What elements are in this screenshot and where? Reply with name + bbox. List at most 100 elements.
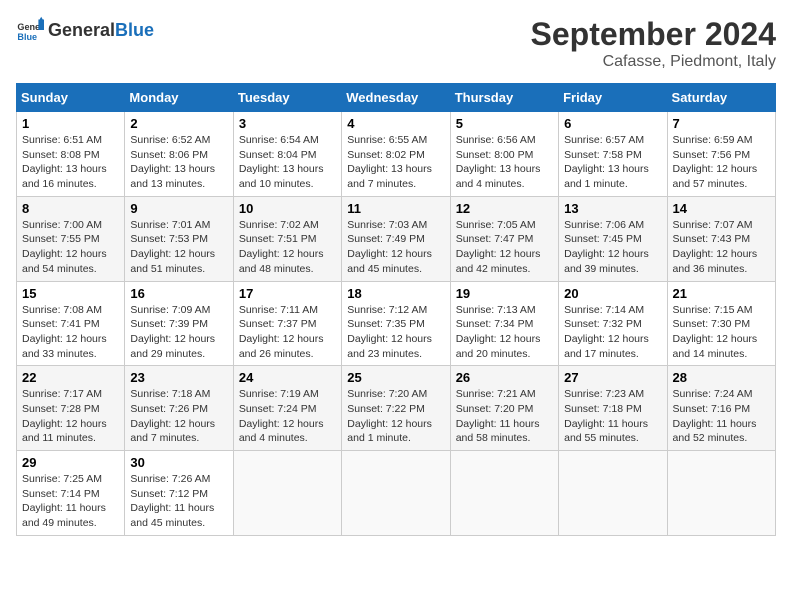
day-detail: Sunrise: 7:14 AM Sunset: 7:32 PM Dayligh… — [564, 303, 661, 362]
calendar-cell: 17 Sunrise: 7:11 AM Sunset: 7:37 PM Dayli… — [233, 281, 341, 366]
svg-text:Blue: Blue — [17, 32, 37, 42]
calendar-cell: 6Sunrise: 6:57 AM Sunset: 7:58 PM Daylig… — [559, 112, 667, 197]
calendar-header-row: SundayMondayTuesdayWednesdayThursdayFrid… — [17, 84, 776, 112]
day-number: 7 — [673, 116, 770, 131]
calendar-cell: 29Sunrise: 7:25 AM Sunset: 7:14 PM Dayli… — [17, 451, 125, 536]
logo-general: General — [48, 20, 115, 41]
day-detail: Sunrise: 7:19 AM Sunset: 7:24 PM Dayligh… — [239, 387, 336, 446]
day-number: 11 — [347, 201, 444, 216]
calendar-cell: 27 Sunrise: 7:23 AM Sunset: 7:18 PM Dayli… — [559, 366, 667, 451]
calendar-cell: 23 Sunrise: 7:18 AM Sunset: 7:26 PM Dayli… — [125, 366, 233, 451]
calendar-week-5: 29Sunrise: 7:25 AM Sunset: 7:14 PM Dayli… — [17, 451, 776, 536]
day-header-monday: Monday — [125, 84, 233, 112]
day-number: 8 — [22, 201, 119, 216]
day-number: 2 — [130, 116, 227, 131]
day-detail: Sunrise: 7:05 AM Sunset: 7:47 PM Dayligh… — [456, 218, 553, 277]
day-detail: Sunrise: 7:18 AM Sunset: 7:26 PM Dayligh… — [130, 387, 227, 446]
day-number: 26 — [456, 370, 553, 385]
title-block: September 2024 Cafasse, Piedmont, Italy — [531, 16, 776, 71]
day-number: 16 — [130, 286, 227, 301]
day-detail: Sunrise: 6:52 AM Sunset: 8:06 PM Dayligh… — [130, 133, 227, 192]
day-detail: Sunrise: 7:24 AM Sunset: 7:16 PM Dayligh… — [673, 387, 770, 446]
day-number: 19 — [456, 286, 553, 301]
calendar-cell: 16 Sunrise: 7:09 AM Sunset: 7:39 PM Dayli… — [125, 281, 233, 366]
calendar-cell: 5Sunrise: 6:56 AM Sunset: 8:00 PM Daylig… — [450, 112, 558, 197]
day-number: 20 — [564, 286, 661, 301]
calendar-cell: 28 Sunrise: 7:24 AM Sunset: 7:16 PM Dayli… — [667, 366, 775, 451]
day-header-saturday: Saturday — [667, 84, 775, 112]
day-detail: Sunrise: 7:07 AM Sunset: 7:43 PM Dayligh… — [673, 218, 770, 277]
calendar-cell: 8Sunrise: 7:00 AM Sunset: 7:55 PM Daylig… — [17, 196, 125, 281]
day-detail: Sunrise: 7:20 AM Sunset: 7:22 PM Dayligh… — [347, 387, 444, 446]
calendar-week-1: 1Sunrise: 6:51 AM Sunset: 8:08 PM Daylig… — [17, 112, 776, 197]
calendar-week-4: 22 Sunrise: 7:17 AM Sunset: 7:28 PM Dayli… — [17, 366, 776, 451]
day-detail: Sunrise: 7:08 AM Sunset: 7:41 PM Dayligh… — [22, 303, 119, 362]
day-number: 18 — [347, 286, 444, 301]
day-number: 25 — [347, 370, 444, 385]
day-number: 10 — [239, 201, 336, 216]
day-number: 23 — [130, 370, 227, 385]
month-title: September 2024 — [531, 16, 776, 53]
calendar-cell: 22 Sunrise: 7:17 AM Sunset: 7:28 PM Dayli… — [17, 366, 125, 451]
day-number: 27 — [564, 370, 661, 385]
day-detail: Sunrise: 7:26 AM Sunset: 7:12 PM Dayligh… — [130, 472, 227, 531]
calendar-cell: 2 Sunrise: 6:52 AM Sunset: 8:06 PM Daylig… — [125, 112, 233, 197]
day-number: 22 — [22, 370, 119, 385]
day-detail: Sunrise: 6:55 AM Sunset: 8:02 PM Dayligh… — [347, 133, 444, 192]
calendar-cell: 30 Sunrise: 7:26 AM Sunset: 7:12 PM Dayli… — [125, 451, 233, 536]
day-detail: Sunrise: 7:01 AM Sunset: 7:53 PM Dayligh… — [130, 218, 227, 277]
day-detail: Sunrise: 6:59 AM Sunset: 7:56 PM Dayligh… — [673, 133, 770, 192]
calendar-cell: 10 Sunrise: 7:02 AM Sunset: 7:51 PM Dayli… — [233, 196, 341, 281]
calendar-cell — [450, 451, 558, 536]
day-number: 30 — [130, 455, 227, 470]
calendar-cell: 12 Sunrise: 7:05 AM Sunset: 7:47 PM Dayli… — [450, 196, 558, 281]
day-number: 17 — [239, 286, 336, 301]
day-header-thursday: Thursday — [450, 84, 558, 112]
calendar-cell: 21 Sunrise: 7:15 AM Sunset: 7:30 PM Dayli… — [667, 281, 775, 366]
calendar-cell: 20 Sunrise: 7:14 AM Sunset: 7:32 PM Dayli… — [559, 281, 667, 366]
day-detail: Sunrise: 7:12 AM Sunset: 7:35 PM Dayligh… — [347, 303, 444, 362]
day-detail: Sunrise: 7:03 AM Sunset: 7:49 PM Dayligh… — [347, 218, 444, 277]
day-number: 14 — [673, 201, 770, 216]
logo: General Blue General Blue — [16, 16, 154, 44]
calendar-week-3: 15 Sunrise: 7:08 AM Sunset: 7:41 PM Dayli… — [17, 281, 776, 366]
calendar-cell — [667, 451, 775, 536]
day-detail: Sunrise: 7:11 AM Sunset: 7:37 PM Dayligh… — [239, 303, 336, 362]
day-detail: Sunrise: 6:56 AM Sunset: 8:00 PM Dayligh… — [456, 133, 553, 192]
day-number: 12 — [456, 201, 553, 216]
calendar-cell: 18 Sunrise: 7:12 AM Sunset: 7:35 PM Dayli… — [342, 281, 450, 366]
day-number: 13 — [564, 201, 661, 216]
calendar-cell: 1Sunrise: 6:51 AM Sunset: 8:08 PM Daylig… — [17, 112, 125, 197]
calendar-cell — [342, 451, 450, 536]
day-detail: Sunrise: 7:25 AM Sunset: 7:14 PM Dayligh… — [22, 472, 119, 531]
day-detail: Sunrise: 7:02 AM Sunset: 7:51 PM Dayligh… — [239, 218, 336, 277]
calendar-cell: 26Sunrise: 7:21 AM Sunset: 7:20 PM Dayli… — [450, 366, 558, 451]
day-detail: Sunrise: 7:23 AM Sunset: 7:18 PM Dayligh… — [564, 387, 661, 446]
day-detail: Sunrise: 6:54 AM Sunset: 8:04 PM Dayligh… — [239, 133, 336, 192]
calendar-cell — [233, 451, 341, 536]
day-number: 28 — [673, 370, 770, 385]
day-header-wednesday: Wednesday — [342, 84, 450, 112]
day-detail: Sunrise: 7:15 AM Sunset: 7:30 PM Dayligh… — [673, 303, 770, 362]
day-detail: Sunrise: 7:06 AM Sunset: 7:45 PM Dayligh… — [564, 218, 661, 277]
calendar-cell: 14 Sunrise: 7:07 AM Sunset: 7:43 PM Dayli… — [667, 196, 775, 281]
logo-icon: General Blue — [16, 16, 44, 44]
location-title: Cafasse, Piedmont, Italy — [531, 53, 776, 71]
calendar-cell: 19Sunrise: 7:13 AM Sunset: 7:34 PM Dayli… — [450, 281, 558, 366]
day-number: 21 — [673, 286, 770, 301]
calendar-cell: 9 Sunrise: 7:01 AM Sunset: 7:53 PM Daylig… — [125, 196, 233, 281]
day-number: 15 — [22, 286, 119, 301]
day-number: 9 — [130, 201, 227, 216]
day-detail: Sunrise: 7:09 AM Sunset: 7:39 PM Dayligh… — [130, 303, 227, 362]
day-header-friday: Friday — [559, 84, 667, 112]
day-number: 24 — [239, 370, 336, 385]
calendar-cell: 11 Sunrise: 7:03 AM Sunset: 7:49 PM Dayli… — [342, 196, 450, 281]
calendar-cell: 4Sunrise: 6:55 AM Sunset: 8:02 PM Daylig… — [342, 112, 450, 197]
day-detail: Sunrise: 7:17 AM Sunset: 7:28 PM Dayligh… — [22, 387, 119, 446]
day-detail: Sunrise: 6:57 AM Sunset: 7:58 PM Dayligh… — [564, 133, 661, 192]
day-header-tuesday: Tuesday — [233, 84, 341, 112]
calendar-cell: 15 Sunrise: 7:08 AM Sunset: 7:41 PM Dayli… — [17, 281, 125, 366]
day-header-sunday: Sunday — [17, 84, 125, 112]
calendar-cell: 25 Sunrise: 7:20 AM Sunset: 7:22 PM Dayli… — [342, 366, 450, 451]
page-header: General Blue General Blue September 2024 … — [16, 16, 776, 71]
